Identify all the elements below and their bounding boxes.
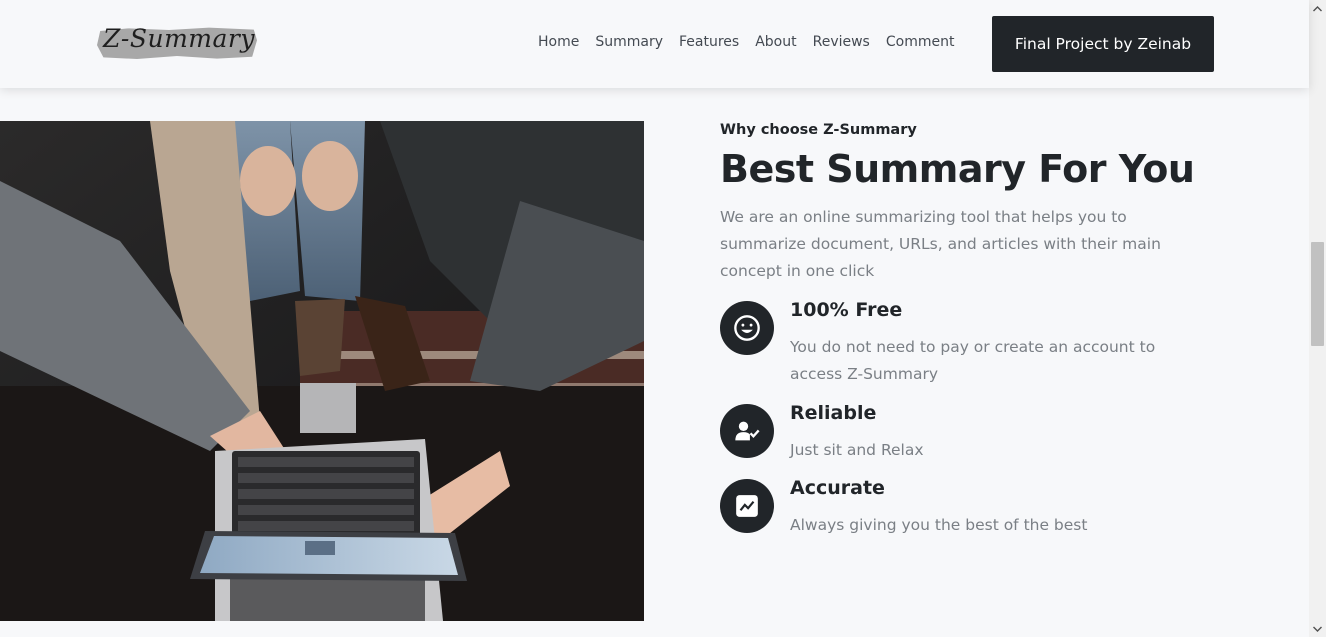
logo[interactable]: Z-Summary bbox=[97, 24, 259, 64]
nav-home[interactable]: Home bbox=[538, 34, 579, 50]
section-description: We are an online summarizing tool that h… bbox=[720, 208, 1161, 280]
feature-title: 100% Free bbox=[790, 299, 903, 321]
logo-text: Z-Summary bbox=[103, 24, 255, 53]
user-check-icon bbox=[720, 404, 774, 458]
nav-reviews[interactable]: Reviews bbox=[813, 34, 870, 50]
scroll-down-arrow-icon[interactable] bbox=[1309, 620, 1326, 637]
feature-text: Always giving you the best of the best bbox=[790, 516, 1088, 534]
hero-photo-illustration bbox=[0, 121, 644, 621]
section-eyebrow: Why choose Z-Summary bbox=[720, 122, 917, 138]
nav-about[interactable]: About bbox=[755, 34, 796, 50]
final-project-button[interactable]: Final Project by Zeinab bbox=[992, 16, 1214, 72]
section-title: Best Summary For You bbox=[720, 147, 1195, 191]
site-header: Z-Summary Home Summary Features About Re… bbox=[0, 0, 1309, 88]
nav-features[interactable]: Features bbox=[679, 34, 739, 50]
nav-comment[interactable]: Comment bbox=[886, 34, 955, 50]
feature-text: Just sit and Relax bbox=[790, 441, 924, 459]
smiley-icon bbox=[720, 301, 774, 355]
page-scrollbar[interactable] bbox=[1309, 0, 1326, 637]
hero-photo bbox=[0, 121, 644, 621]
feature-text: You do not need to pay or create an acco… bbox=[790, 338, 1156, 383]
feature-title: Reliable bbox=[790, 402, 877, 424]
scroll-up-arrow-icon[interactable] bbox=[1309, 0, 1326, 17]
scrollbar-thumb[interactable] bbox=[1311, 242, 1324, 346]
main-nav: Home Summary Features About Reviews Comm… bbox=[538, 34, 970, 50]
feature-title: Accurate bbox=[790, 477, 885, 499]
nav-summary[interactable]: Summary bbox=[595, 34, 663, 50]
chart-line-icon bbox=[720, 479, 774, 533]
